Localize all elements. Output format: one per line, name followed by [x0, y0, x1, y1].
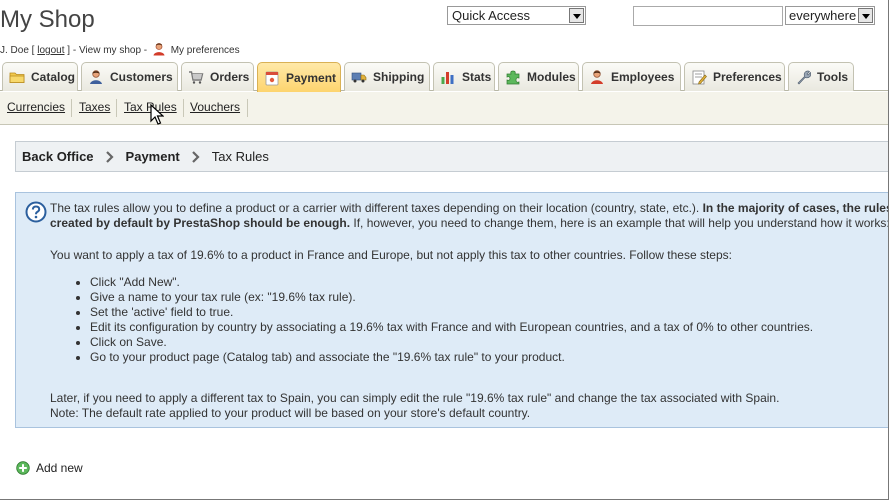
tab-label: Customers	[110, 70, 173, 84]
tab-preferences[interactable]: Preferences	[684, 62, 785, 91]
tab-shipping[interactable]: Shipping	[344, 62, 430, 91]
hint-intro: The tax rules allow you to define a prod…	[50, 201, 889, 231]
breadcrumb-back-office[interactable]: Back Office	[22, 149, 94, 164]
quick-access-select[interactable]: Quick Access	[447, 6, 586, 25]
quick-access-value: Quick Access	[452, 8, 531, 23]
hint-example: You want to apply a tax of 19.6% to a pr…	[50, 248, 732, 262]
breadcrumb-payment[interactable]: Payment	[126, 149, 180, 164]
tab-customers[interactable]: Customers	[81, 62, 178, 91]
subnav-divider	[247, 99, 248, 117]
sub-navigation: Currencies Taxes Tax Rules Vouchers	[0, 92, 888, 125]
search-input[interactable]	[633, 6, 783, 26]
list-item: Click "Add New".	[74, 275, 813, 290]
tab-label: Orders	[210, 70, 250, 84]
folder-icon	[9, 72, 25, 83]
subnav-taxes[interactable]: Taxes	[79, 100, 110, 114]
subnav-divider	[71, 99, 72, 117]
puzzle-icon	[506, 70, 520, 85]
employee-icon	[591, 70, 603, 84]
user-mid: ] - View my shop -	[67, 45, 148, 56]
tab-tools[interactable]: Tools	[788, 62, 854, 91]
tab-label: Shipping	[373, 70, 425, 84]
tab-payment[interactable]: Payment	[257, 62, 341, 92]
hint-steps-list: Click "Add New". Give a name to your tax…	[74, 275, 813, 365]
stats-icon	[441, 72, 454, 84]
user-prefix: J. Doe [	[0, 45, 35, 56]
truck-icon	[351, 72, 367, 83]
hint-footer: Later, if you need to apply a different …	[50, 391, 779, 421]
payment-icon	[265, 71, 279, 85]
chevron-right-icon	[191, 150, 200, 163]
help-question-icon	[25, 201, 47, 223]
tab-label: Catalog	[31, 70, 76, 84]
mouse-cursor-icon	[150, 104, 164, 125]
search-scope-value: everywhere	[789, 8, 857, 23]
chevron-down-icon[interactable]	[569, 8, 584, 23]
tab-label: Employees	[611, 70, 675, 84]
list-item: Click on Save.	[74, 335, 813, 350]
wrench-icon	[797, 70, 811, 85]
list-item: Go to your product page (Catalog tab) an…	[74, 350, 813, 365]
tab-stats[interactable]: Stats	[433, 62, 495, 91]
hint-intro-text: The tax rules allow you to define a prod…	[50, 201, 700, 215]
tab-label: Payment	[286, 70, 337, 85]
add-icon	[16, 461, 30, 475]
list-item: Set the 'active' field to true.	[74, 305, 813, 320]
subnav-currencies[interactable]: Currencies	[7, 100, 65, 114]
subnav-vouchers[interactable]: Vouchers	[190, 100, 240, 114]
add-new-label: Add new	[36, 461, 83, 475]
chevron-down-icon[interactable]	[858, 8, 873, 23]
tab-modules[interactable]: Modules	[498, 62, 579, 91]
hint-later: Later, if you need to apply a different …	[50, 391, 780, 405]
tab-orders[interactable]: Orders	[181, 62, 254, 91]
shop-title: My Shop	[0, 6, 95, 33]
tab-label: Stats	[462, 70, 492, 84]
subnav-divider	[116, 99, 117, 117]
tab-label: Modules	[527, 70, 576, 84]
customer-icon	[90, 70, 102, 84]
hint-intro-text-2: If, however, you need to change them, he…	[353, 216, 889, 230]
main-tabs: Catalog Customers Orders Payment Shippin…	[0, 62, 888, 92]
list-item: Give a name to your tax rule (ex: "19.6%…	[74, 290, 813, 305]
tab-catalog[interactable]: Catalog	[2, 62, 78, 91]
add-new-button[interactable]: Add new	[16, 461, 83, 475]
hint-intro-bold-2: created by default by PrestaShop should …	[50, 216, 351, 230]
logout-link[interactable]: logout	[37, 45, 64, 56]
breadcrumb: Back Office Payment Tax Rules	[15, 141, 888, 172]
search-scope-select[interactable]: everywhere	[785, 6, 875, 25]
tab-employees[interactable]: Employees	[582, 62, 681, 91]
subnav-divider	[183, 99, 184, 117]
tab-label: Preferences	[713, 70, 782, 84]
list-item: Edit its configuration by country by ass…	[74, 320, 813, 335]
chevron-right-icon	[105, 150, 114, 163]
cart-icon	[189, 71, 204, 84]
hint-intro-bold-1: In the majority of cases, the rules	[702, 201, 889, 215]
hint-note: Note: The default rate applied to your p…	[50, 406, 531, 420]
user-line: J. Doe [ logout ] - View my shop - My pr…	[0, 42, 240, 56]
breadcrumb-tax-rules: Tax Rules	[211, 149, 269, 164]
user-preferences-icon	[153, 43, 165, 56]
preferences-icon	[692, 70, 707, 85]
back-office-page: My Shop J. Doe [ logout ] - View my shop…	[0, 0, 889, 500]
tab-label: Tools	[817, 70, 849, 84]
my-preferences-link[interactable]: My preferences	[171, 45, 240, 56]
help-hint-box: The tax rules allow you to define a prod…	[15, 192, 889, 428]
